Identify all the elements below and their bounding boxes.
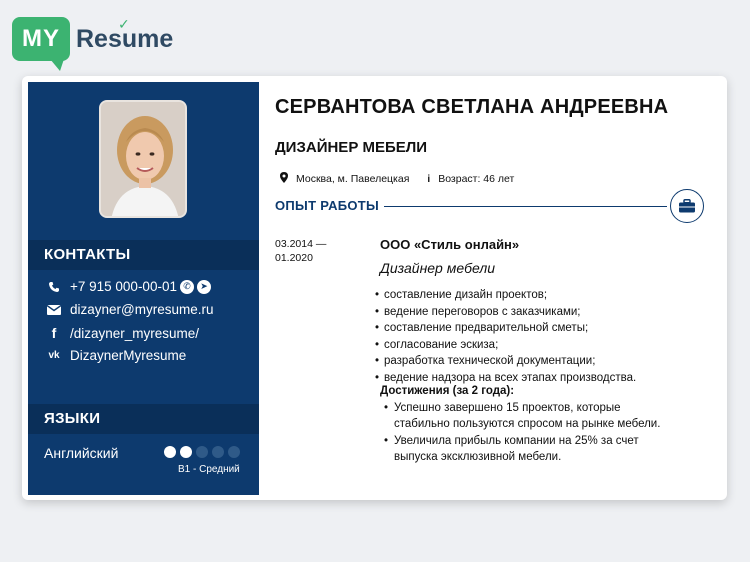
vk-handle: DizaynerMyresume — [70, 348, 187, 363]
language-level: B1 - Средний — [178, 464, 240, 475]
facebook-icon: f — [51, 325, 57, 341]
list-item: разработка технической документации; — [375, 353, 636, 370]
contact-facebook[interactable]: f /dizayner_myresume/ — [44, 325, 199, 341]
level-dot-empty — [196, 446, 208, 458]
logo-badge: MY — [12, 17, 70, 71]
location-text: Москва, м. Павелецкая — [296, 173, 410, 185]
facebook-handle: /dizayner_myresume/ — [70, 325, 200, 341]
location-pin-icon — [280, 172, 288, 186]
level-dot-filled — [164, 446, 176, 458]
company-name: ООО «Стиль онлайн» — [380, 237, 520, 252]
envelope-icon — [44, 304, 64, 315]
achievements-heading: Достижения (за 2 года): — [380, 385, 515, 397]
candidate-name: СЕРВАНТОВА СВЕТЛАНА АНДРЕЕВНА — [275, 96, 669, 118]
telegram-icon: ➤ — [196, 279, 211, 294]
languages-heading: ЯЗЫКИ — [28, 404, 259, 434]
contacts-heading: КОНТАКТЫ — [28, 240, 259, 270]
logo-word: Resume ✓ — [76, 16, 173, 54]
list-item: ведение переговоров с заказчиками; — [375, 304, 636, 321]
phone-icon — [44, 281, 64, 293]
phone-number: +7 915 000-00-01 — [70, 279, 177, 294]
myresume-logo[interactable]: MY Resume ✓ — [12, 12, 173, 71]
date-start: 03.2014 — — [275, 238, 327, 250]
list-item: составление предварительной сметы; — [375, 320, 636, 337]
list-item: Успешно завершено 15 проектов, которые с… — [384, 401, 664, 432]
level-dot-empty — [228, 446, 240, 458]
list-item: Увеличила прибыль компании на 25% за сче… — [384, 434, 664, 465]
meta-row: Москва, м. Павелецкая i Возраст: 46 лет — [280, 172, 514, 186]
info-icon: i — [427, 173, 431, 185]
list-item: составление дизайн проектов; — [375, 287, 636, 304]
job-title: ДИЗАЙНЕР МЕБЕЛИ — [275, 139, 428, 156]
contact-vk[interactable]: vk DizaynerMyresume — [44, 348, 186, 363]
language-level-dots — [164, 446, 240, 458]
position-title: Дизайнер мебели — [380, 260, 495, 276]
level-dot-filled — [180, 446, 192, 458]
profile-photo — [99, 100, 187, 218]
list-item: ведение надзора на всех этапах производс… — [375, 370, 636, 387]
briefcase-icon — [670, 189, 704, 223]
experience-heading: ОПЫТ РАБОТЫ — [275, 198, 380, 213]
check-icon: ✓ — [118, 15, 130, 32]
experience-dates: 03.2014 — 01.2020 — [275, 237, 326, 265]
email-address: dizayner@myresume.ru — [70, 302, 214, 317]
level-dot-empty — [212, 446, 224, 458]
contact-phone[interactable]: +7 915 000-00-01 ✆ ➤ — [44, 279, 211, 294]
achievements-list: Успешно завершено 15 проектов, которые с… — [384, 401, 664, 467]
duties-list: составление дизайн проектов; ведение пер… — [375, 287, 636, 387]
age-text: Возраст: 46 лет — [438, 173, 515, 185]
resume-card: КОНТАКТЫ +7 915 000-00-01 ✆ ➤ dizayner@m… — [22, 76, 727, 500]
contact-email[interactable]: dizayner@myresume.ru — [44, 302, 214, 317]
language-name: Английский — [44, 445, 119, 461]
list-item: согласование эскиза; — [375, 337, 636, 354]
section-divider — [384, 206, 667, 207]
date-end: 01.2020 — [275, 252, 313, 264]
resume-sidebar: КОНТАКТЫ +7 915 000-00-01 ✆ ➤ dizayner@m… — [28, 82, 259, 495]
whatsapp-icon: ✆ — [179, 279, 194, 294]
vk-icon: vk — [48, 350, 60, 361]
